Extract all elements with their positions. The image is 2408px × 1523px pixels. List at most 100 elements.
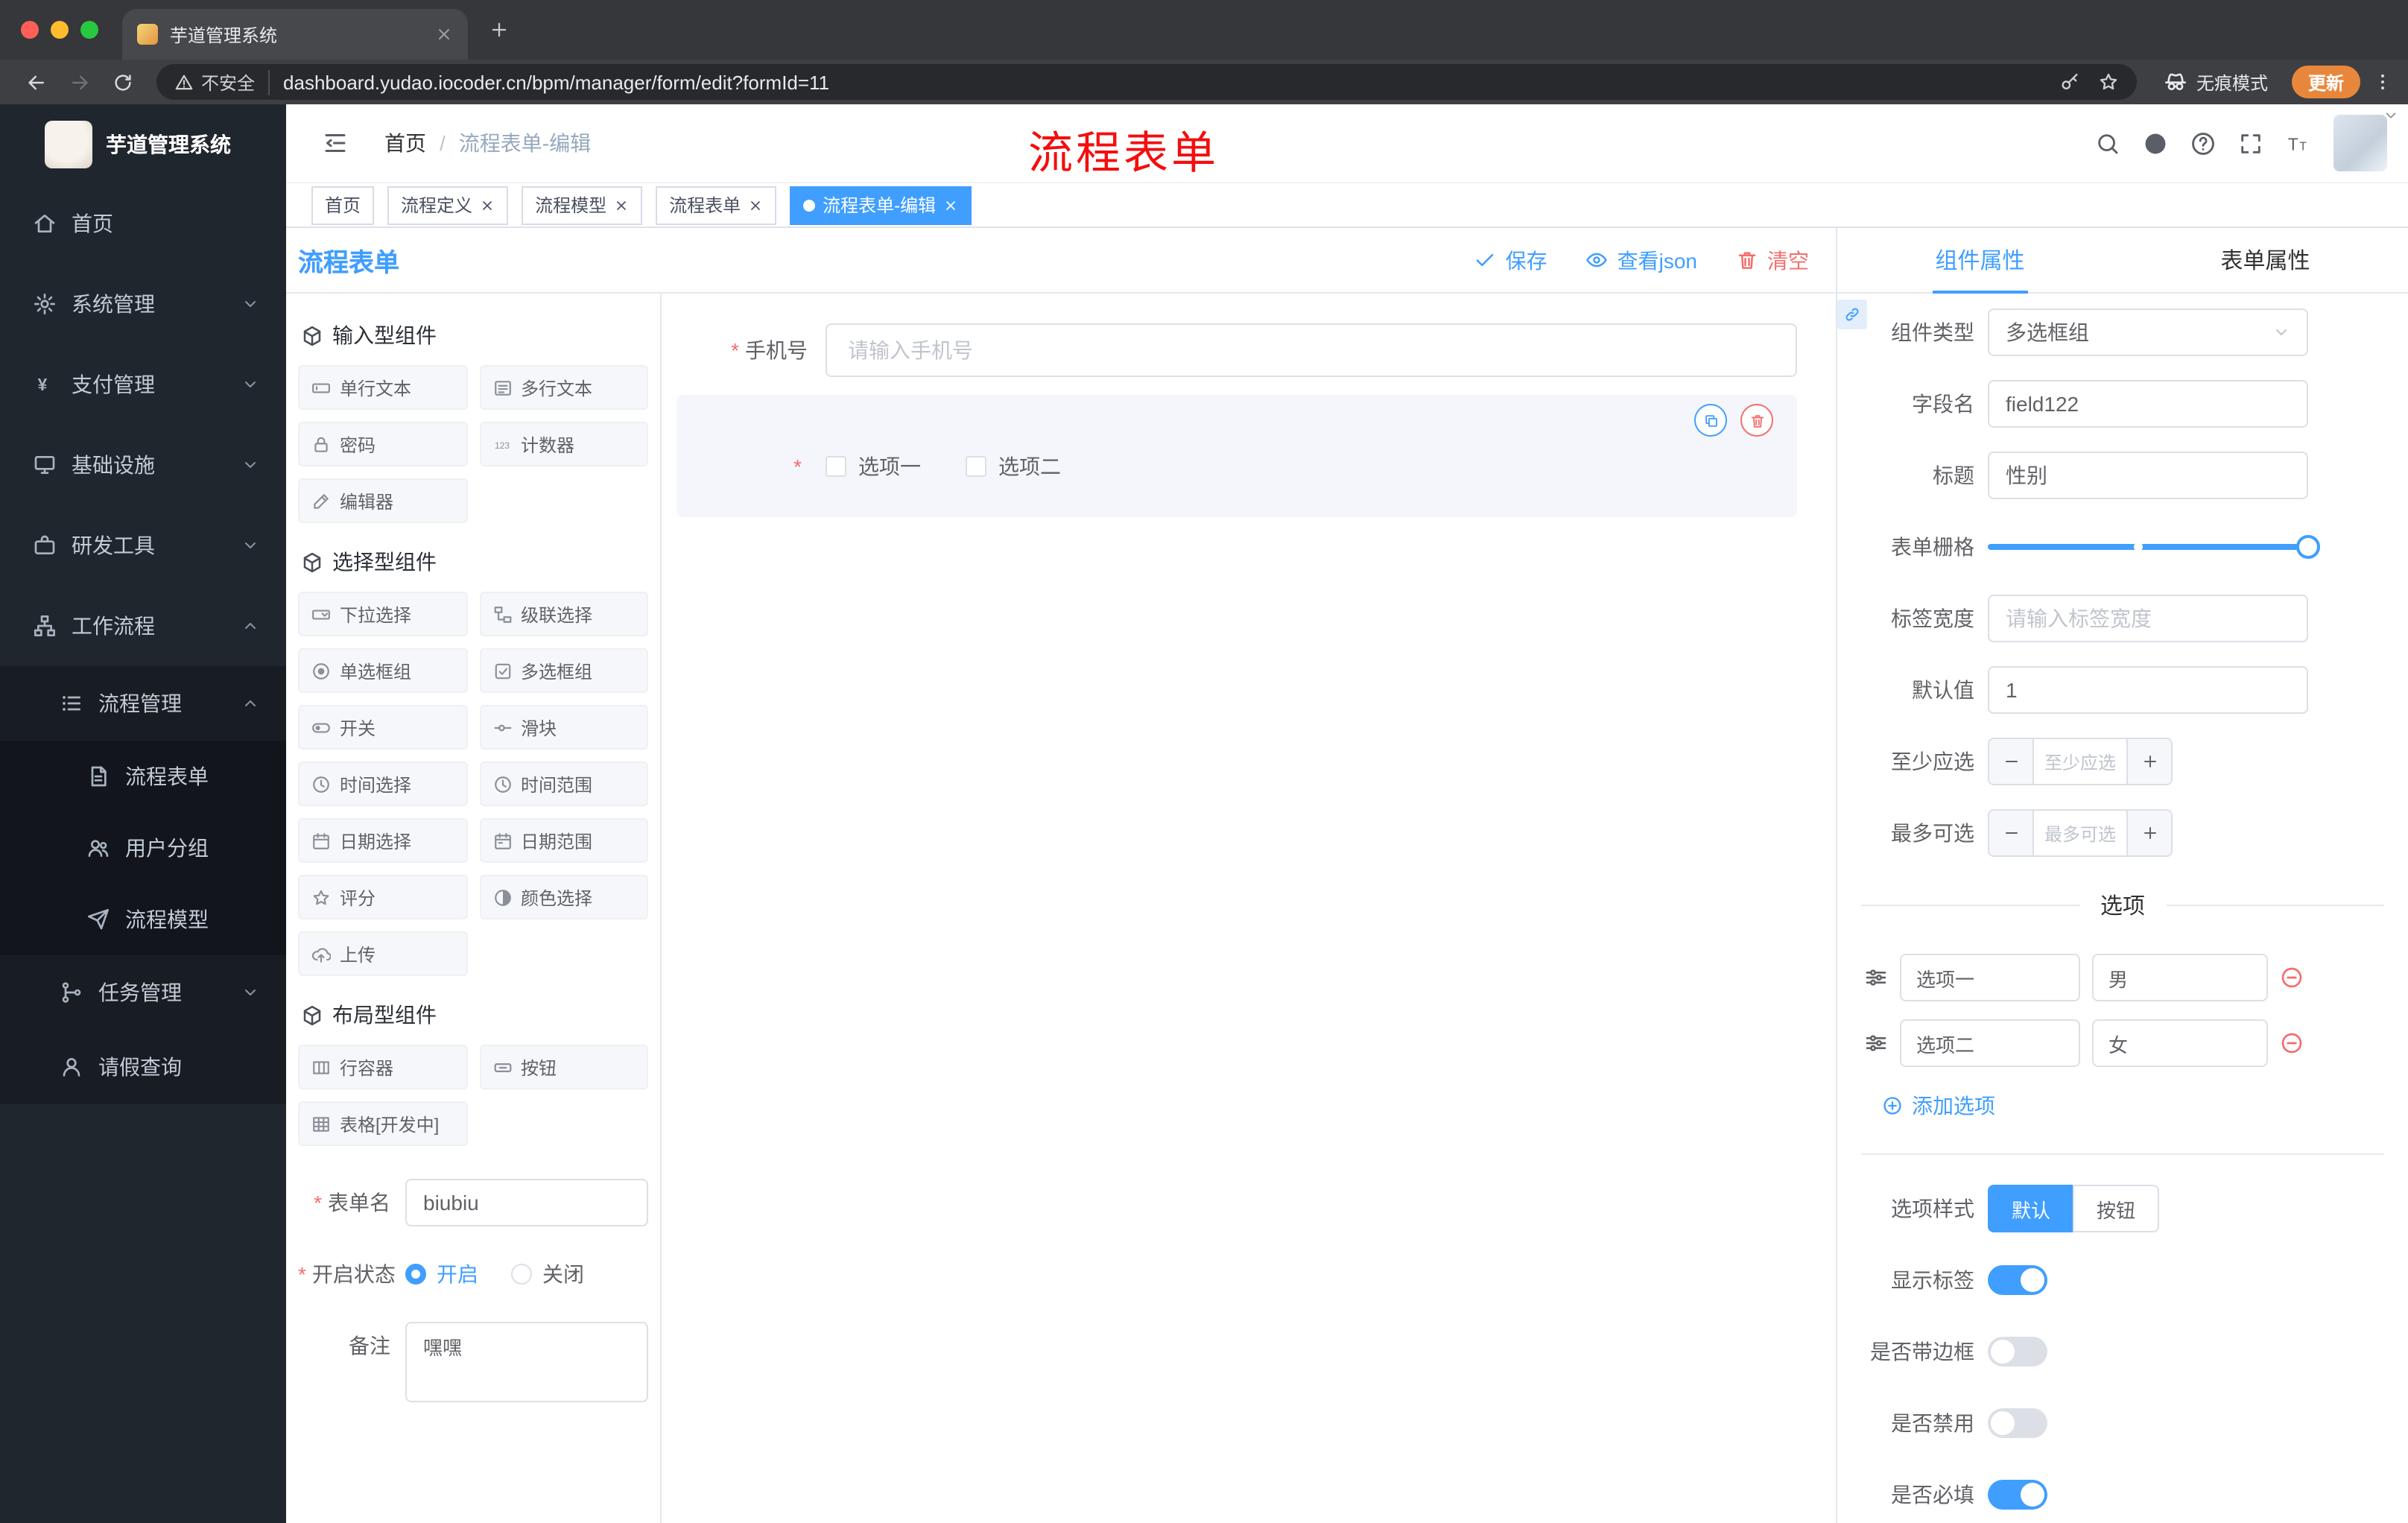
avatar-caret-icon[interactable] <box>2383 107 2399 124</box>
checkbox-box[interactable] <box>966 456 986 477</box>
option-value-input[interactable]: 男 <box>2092 954 2268 1001</box>
palette-component-item[interactable]: 单行文本 <box>298 365 467 410</box>
max-select-input[interactable]: 最多可选 <box>2034 811 2126 855</box>
remove-option-icon[interactable] <box>2280 1031 2304 1055</box>
tag-close-icon[interactable] <box>480 197 495 212</box>
required-switch[interactable] <box>1988 1480 2047 1510</box>
sidebar-item-process-form[interactable]: 流程表单 <box>0 741 286 812</box>
title-input[interactable]: 性别 <box>1988 452 2308 499</box>
sidebar-item-process-model[interactable]: 流程模型 <box>0 884 286 955</box>
disabled-switch[interactable] <box>1988 1408 2047 1438</box>
slider-handle[interactable] <box>2296 535 2320 559</box>
delete-widget-button[interactable] <box>1740 404 1773 437</box>
sidebar-item-home[interactable]: 首页 <box>0 183 286 264</box>
form-canvas[interactable]: 手机号 请输入手机号 <box>662 294 1836 1523</box>
style-default-button[interactable]: 默认 <box>1988 1185 2073 1232</box>
breadcrumb-home[interactable]: 首页 <box>384 128 426 158</box>
security-indicator[interactable]: 不安全 <box>174 69 270 95</box>
sidebar-item-system[interactable]: 系统管理 <box>0 264 286 344</box>
maximize-window-button[interactable] <box>80 21 98 39</box>
sidebar-item-user-group[interactable]: 用户分组 <box>0 812 286 884</box>
palette-component-item[interactable]: 多选框组 <box>479 648 648 693</box>
add-option-button[interactable]: 添加选项 <box>1882 1091 2408 1121</box>
default-value-input[interactable]: 1 <box>1988 666 2308 714</box>
min-select-stepper[interactable]: 至少应选 <box>1988 738 2173 785</box>
stepper-decrease-button[interactable] <box>1989 811 2034 855</box>
palette-component-item[interactable]: 行容器 <box>298 1045 467 1089</box>
palette-component-item[interactable]: 密码 <box>298 422 467 466</box>
palette-component-item[interactable]: 日期选择 <box>298 818 467 863</box>
field-name-input[interactable]: field122 <box>1988 380 2308 428</box>
stepper-increase-button[interactable] <box>2126 811 2171 855</box>
min-select-input[interactable]: 至少应选 <box>2034 739 2126 784</box>
canvas-field-phone[interactable]: 手机号 请输入手机号 <box>677 323 1797 377</box>
palette-component-item[interactable]: 按钮 <box>479 1045 648 1089</box>
sidebar-item-leave-query[interactable]: 请假查询 <box>0 1030 286 1104</box>
show-label-switch[interactable] <box>1988 1265 2047 1295</box>
palette-component-item[interactable]: 上传 <box>298 931 467 976</box>
tag-home[interactable]: 首页 <box>311 186 375 224</box>
clear-button[interactable]: 清空 <box>1736 245 1809 275</box>
tab-close-icon[interactable] <box>435 25 453 43</box>
palette-component-item[interactable]: 开关 <box>298 705 467 750</box>
tag-process-model[interactable]: 流程模型 <box>522 186 643 224</box>
tag-close-icon[interactable] <box>748 197 763 212</box>
stepper-decrease-button[interactable] <box>1989 739 2034 784</box>
phone-input[interactable]: 请输入手机号 <box>826 323 1797 377</box>
palette-component-item[interactable]: 滑块 <box>479 705 648 750</box>
palette-component-item[interactable]: 单选框组 <box>298 648 467 693</box>
form-remark-textarea[interactable]: 嘿嘿 <box>405 1322 648 1402</box>
bookmark-star-icon[interactable] <box>2098 72 2119 92</box>
avatar[interactable] <box>2333 115 2387 171</box>
status-radio-on[interactable]: 开启 <box>405 1259 478 1289</box>
github-icon[interactable] <box>2143 130 2168 156</box>
max-select-stepper[interactable]: 最多可选 <box>1988 809 2173 857</box>
gender-option-2-checkbox[interactable]: 选项二 <box>966 452 1061 481</box>
minimize-window-button[interactable] <box>51 21 69 39</box>
reload-button[interactable] <box>112 71 134 93</box>
sidebar-toggle-icon[interactable] <box>322 130 349 156</box>
palette-component-item[interactable]: 时间选择 <box>298 762 467 806</box>
browser-menu-icon[interactable] <box>2372 72 2393 92</box>
sidebar-item-payment[interactable]: ¥ 支付管理 <box>0 344 286 425</box>
option-value-input[interactable]: 女 <box>2092 1019 2268 1067</box>
canvas-field-gender[interactable]: 选项一 选项二 <box>677 395 1797 517</box>
gender-option-1-checkbox[interactable]: 选项一 <box>826 452 921 481</box>
back-button[interactable] <box>25 71 48 93</box>
sidebar-item-task-mgmt[interactable]: 任务管理 <box>0 955 286 1030</box>
tab-form-props[interactable]: 表单属性 <box>2123 228 2408 292</box>
form-name-input[interactable]: biubiu <box>405 1179 648 1226</box>
tag-process-definition[interactable]: 流程定义 <box>387 186 509 224</box>
palette-component-item[interactable]: 表格[开发中] <box>298 1101 467 1146</box>
checkbox-box[interactable] <box>826 456 846 477</box>
copy-widget-button[interactable] <box>1694 404 1727 437</box>
palette-component-item[interactable]: 日期范围 <box>479 818 648 863</box>
palette-component-item[interactable]: 编辑器 <box>298 478 467 523</box>
tag-process-form-edit[interactable]: 流程表单-编辑 <box>790 186 972 224</box>
slider-track[interactable] <box>1988 535 2320 559</box>
forward-button[interactable] <box>69 71 91 93</box>
sidebar-item-process-mgmt[interactable]: 流程管理 <box>0 666 286 741</box>
save-button[interactable]: 保存 <box>1474 245 1547 275</box>
close-window-button[interactable] <box>21 21 39 39</box>
option-drag-icon[interactable] <box>1864 1031 1888 1055</box>
font-size-icon[interactable]: TT <box>2286 130 2311 156</box>
tag-close-icon[interactable] <box>943 197 958 212</box>
palette-component-item[interactable]: 级联选择 <box>479 592 648 636</box>
link-badge[interactable] <box>1837 300 1867 329</box>
status-radio-off[interactable]: 关闭 <box>511 1259 584 1289</box>
sidebar-item-workflow[interactable]: 工作流程 <box>0 586 286 666</box>
browser-tab[interactable]: 芋道管理系统 <box>122 9 468 60</box>
tab-component-props[interactable]: 组件属性 <box>1837 228 2123 292</box>
palette-component-item[interactable]: 时间范围 <box>479 762 648 806</box>
border-switch[interactable] <box>1988 1337 2047 1367</box>
browser-update-button[interactable]: 更新 <box>2291 66 2360 98</box>
remove-option-icon[interactable] <box>2280 966 2304 990</box>
label-width-input[interactable]: 请输入标签宽度 <box>1988 595 2308 642</box>
option-drag-icon[interactable] <box>1864 966 1888 990</box>
component-type-select[interactable]: 多选框组 <box>1988 308 2308 356</box>
tag-close-icon[interactable] <box>614 197 629 212</box>
password-key-icon[interactable] <box>2059 72 2080 92</box>
style-button-button[interactable]: 按钮 <box>2073 1185 2160 1232</box>
palette-component-item[interactable]: 评分 <box>298 875 467 919</box>
